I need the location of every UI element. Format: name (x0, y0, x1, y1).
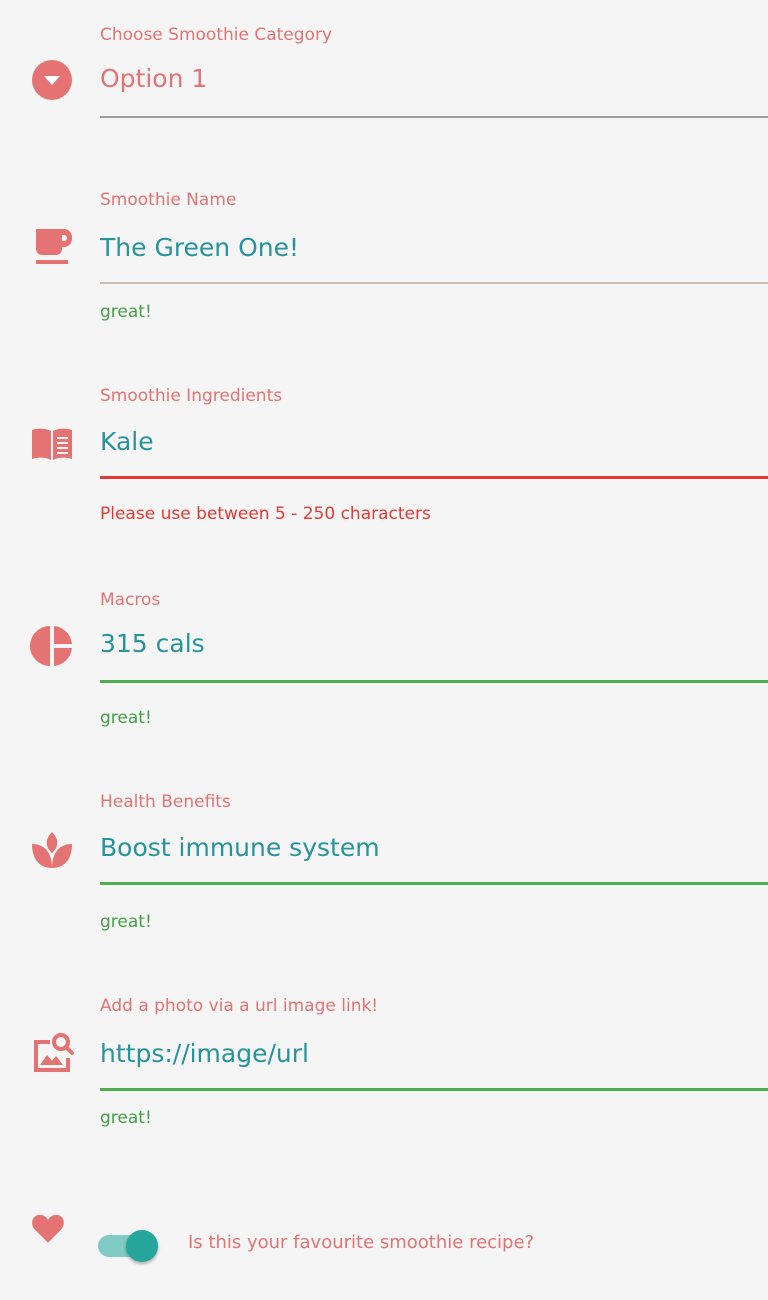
name-underline (100, 282, 768, 284)
pie-chart-icon (30, 624, 74, 668)
photo-label: Add a photo via a url image link! (100, 996, 379, 1016)
book-icon (30, 422, 74, 466)
photo-hint: great! (100, 1108, 152, 1128)
spa-icon (30, 828, 74, 872)
benefits-hint: great! (100, 912, 152, 932)
toggle-knob[interactable] (126, 1230, 158, 1262)
ingredients-label: Smoothie Ingredients (100, 386, 283, 406)
name-label: Smoothie Name (100, 190, 237, 210)
category-underline (100, 116, 768, 118)
favourite-label: Is this your favourite smoothie recipe? (188, 1232, 535, 1253)
coffee-cup-icon (30, 225, 74, 269)
image-search-icon (30, 1032, 74, 1076)
macros-hint: great! (100, 708, 152, 728)
benefits-input[interactable] (100, 830, 760, 864)
ingredients-error: Please use between 5 - 250 characters (100, 504, 431, 524)
dropdown-circle-icon[interactable] (30, 58, 74, 102)
category-label: Choose Smoothie Category (100, 25, 332, 45)
macros-label: Macros (100, 590, 161, 610)
photo-underline (100, 1088, 768, 1091)
ingredients-input[interactable] (100, 424, 760, 458)
category-select[interactable]: Option 1 (100, 64, 760, 93)
heart-icon (30, 1210, 66, 1246)
favourite-toggle[interactable] (98, 1229, 162, 1263)
benefits-label: Health Benefits (100, 792, 231, 812)
ingredients-underline (100, 476, 768, 479)
macros-underline (100, 680, 768, 683)
name-hint: great! (100, 302, 152, 322)
name-input[interactable] (100, 230, 760, 264)
benefits-underline (100, 882, 768, 885)
macros-input[interactable] (100, 626, 760, 660)
photo-url-input[interactable] (100, 1036, 760, 1070)
